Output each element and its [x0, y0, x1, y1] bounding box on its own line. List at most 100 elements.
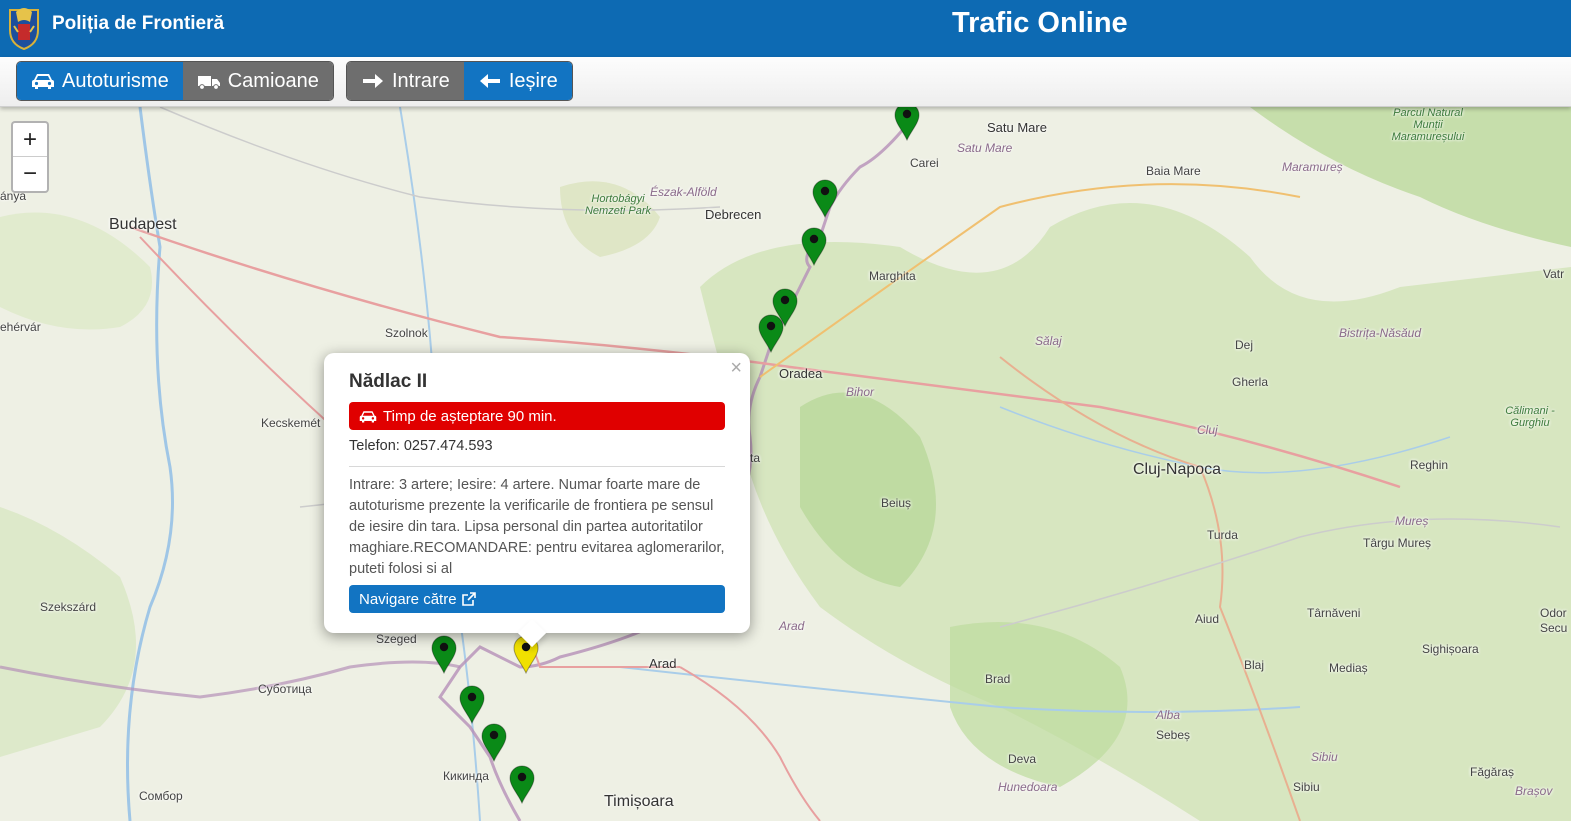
car-icon [359, 410, 377, 422]
label-vatra: Vatr [1543, 267, 1565, 281]
label-beius: Beiuș [881, 496, 912, 510]
label-maramures: Maramureș [1282, 160, 1343, 174]
brand[interactable]: Poliția de Frontieră [4, 2, 224, 50]
marker-6[interactable] [430, 634, 458, 675]
label-bihor: Bihor [846, 385, 875, 399]
label-sebes: Sebeș [1156, 728, 1191, 742]
label-debrecen: Debrecen [705, 207, 762, 222]
tab-intrare[interactable]: Intrare [347, 62, 464, 100]
label-satu-mare: Satu Mare [987, 120, 1047, 135]
label-cluj-napoca: Cluj-Napoca [1133, 461, 1222, 478]
label-turda: Turda [1207, 528, 1238, 542]
label-fagaras: Făgăraș [1470, 765, 1515, 779]
label-szekszard: Szekszárd [40, 600, 97, 614]
zoom-in-button[interactable]: + [13, 123, 47, 157]
label-carei: Carei [910, 156, 939, 170]
label-eszak-alfold: Észak-Alföld [650, 185, 717, 199]
map-pin-icon [894, 107, 920, 142]
phone-number: Telefon: 0257.474.593 [349, 438, 493, 454]
zoom-out-button[interactable]: − [13, 157, 47, 191]
marker-2[interactable] [811, 178, 839, 219]
label-targu-mures: Târgu Mureș [1363, 536, 1432, 550]
label-bistrita: Bistrița-Năsăud [1339, 326, 1422, 340]
label-szolnok: Szolnok [385, 326, 428, 340]
tab-iesire-label: Ieșire [508, 69, 558, 92]
popup-divider [349, 466, 725, 467]
vehicle-type-toggle: Autoturisme Camioane [16, 61, 334, 101]
label-odorheiu: Odor Secu [1540, 606, 1568, 635]
navigate-label: Navigare către [359, 590, 457, 608]
external-link-icon [461, 592, 476, 606]
wait-time-badge: Timp de așteptare 90 min. [349, 402, 725, 430]
direction-toggle: Intrare Ieșire [346, 61, 573, 101]
label-gherla: Gherla [1232, 375, 1269, 389]
tab-autoturisme[interactable]: Autoturisme [17, 62, 183, 100]
label-calimani: Călimani - Gurghiu [1505, 405, 1555, 429]
label-medias: Mediaș [1329, 661, 1368, 675]
label-brasov: Brașov [1515, 784, 1553, 798]
label-natural-park: Parcul Natural Munții Maramureșului [1391, 107, 1465, 143]
tab-camioane-label: Camioane [227, 69, 319, 92]
label-ta: ta [750, 451, 761, 465]
tab-intrare-label: Intrare [392, 69, 450, 92]
marker-8[interactable] [458, 684, 486, 725]
popup-notes: Intrare: 3 artere; Iesire: 4 artere. Num… [349, 477, 725, 577]
marker-9[interactable] [480, 722, 508, 763]
label-timisoara: Timișoara [604, 793, 674, 810]
popup-title: Nădlac II [349, 371, 428, 392]
label-satu-mare-county: Satu Mare [957, 141, 1013, 155]
border-crossing-popup: × Nădlac II Timp de așteptare 90 min. Te… [324, 353, 750, 648]
label-subotica: Суботица [258, 682, 312, 696]
label-baia-mare: Baia Mare [1146, 164, 1201, 178]
map-pin-icon [801, 227, 827, 267]
label-sombor: Сомбор [139, 789, 183, 803]
wait-time-text: Timp de așteptare 90 min. [383, 407, 557, 425]
label-sighisoara: Sighișoara [1422, 642, 1479, 656]
marker-1[interactable] [893, 107, 921, 142]
map-background [0, 107, 1571, 821]
label-hortobagyi: Hortobágyi Nemzeti Park [584, 193, 652, 217]
label-kecskemet: Kecskemét [261, 416, 321, 430]
truck-icon [197, 76, 220, 90]
label-brad: Brad [985, 672, 1011, 686]
map-pin-icon [509, 765, 535, 805]
label-tarnaveni: Târnăveni [1307, 606, 1361, 620]
label-marghita: Marghita [869, 269, 916, 283]
map-view[interactable]: Satu Mare Satu Mare Carei Baia Mare Mara… [0, 107, 1571, 821]
label-sibiu-county: Sibiu [1311, 750, 1338, 764]
label-hunedoara: Hunedoara [998, 780, 1058, 794]
header-bar: Poliția de Frontieră Trafic Online [0, 0, 1571, 57]
tab-autoturisme-label: Autoturisme [62, 69, 169, 92]
map-pin-icon [431, 635, 457, 675]
marker-3[interactable] [800, 226, 828, 267]
label-salaj: Sălaj [1035, 334, 1062, 348]
marker-10[interactable] [508, 764, 536, 805]
label-blaj: Blaj [1244, 658, 1265, 672]
label-oradea: Oradea [779, 366, 823, 381]
popup-close-button[interactable]: × [730, 357, 742, 380]
arrow-right-icon [363, 74, 383, 88]
arrow-left-icon [479, 74, 500, 88]
label-kikinda: Кикинда [443, 769, 489, 783]
label-arad: Arad [649, 656, 677, 671]
label-dej: Dej [1235, 338, 1254, 352]
tab-iesire[interactable]: Ieșire [463, 62, 572, 100]
map-pin-icon [758, 314, 784, 354]
toolbar: Autoturisme Camioane Intrare Ieșire [0, 57, 1571, 107]
map-pin-icon [481, 723, 507, 763]
coat-of-arms-icon [9, 8, 39, 50]
tab-camioane[interactable]: Camioane [182, 62, 333, 100]
label-reghin: Reghin [1410, 458, 1449, 472]
brand-name: Poliția de Frontieră [52, 13, 225, 34]
label-aiud: Aiud [1195, 612, 1220, 626]
zoom-control: + − [11, 121, 49, 193]
label-deva: Deva [1008, 752, 1037, 766]
label-alba-county: Alba [1156, 708, 1181, 722]
map-pin-icon [812, 179, 838, 219]
label-arad-county: Arad [779, 619, 805, 633]
navigate-button[interactable]: Navigare către [349, 585, 725, 613]
label-cluj-county: Cluj [1197, 423, 1218, 437]
label-sibiu: Sibiu [1293, 780, 1320, 794]
label-budapest: Budapest [109, 216, 177, 233]
marker-5[interactable] [757, 313, 785, 354]
